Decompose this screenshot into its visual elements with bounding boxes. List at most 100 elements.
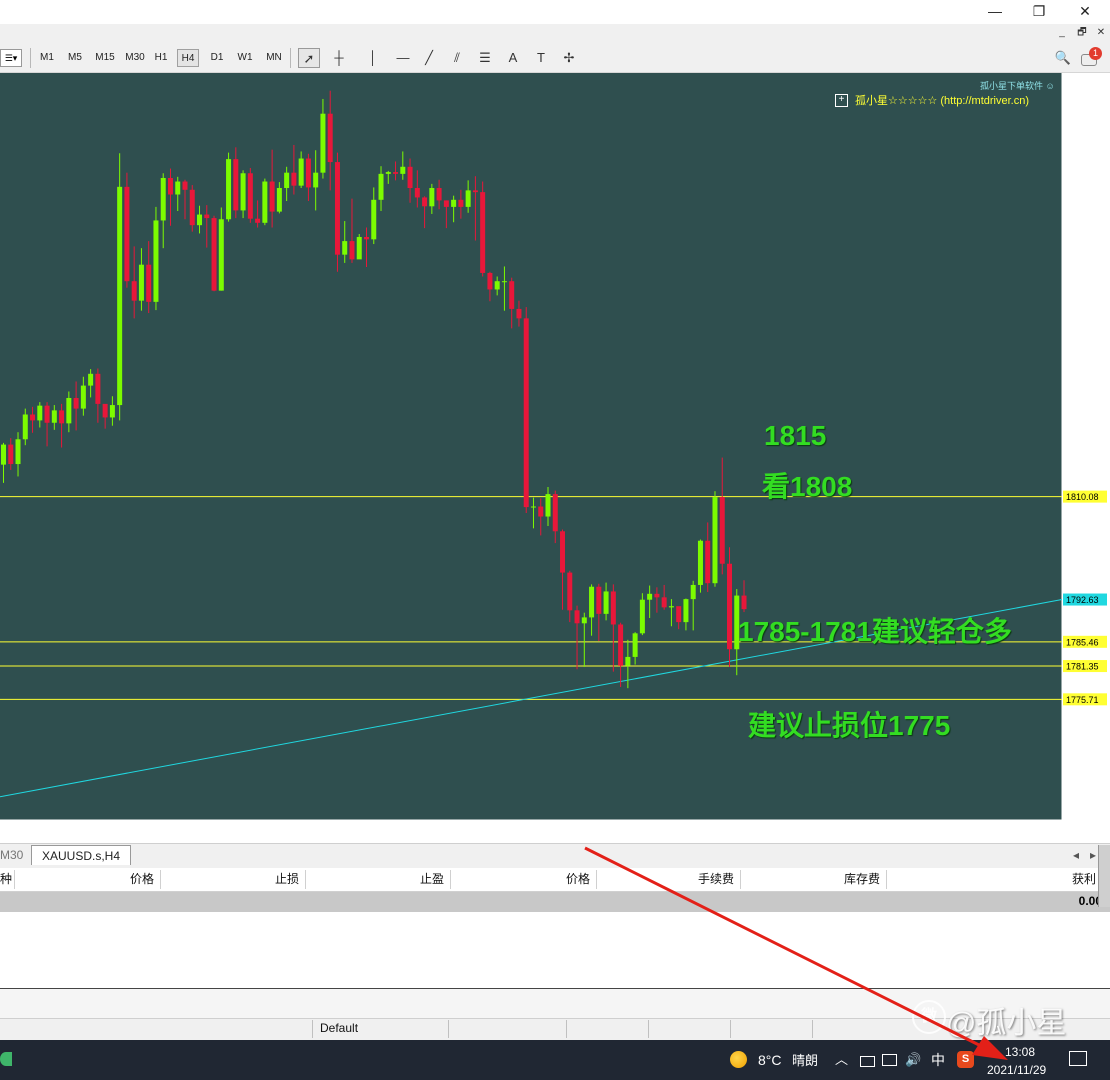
tab-scroll-left[interactable]: ◂ (1073, 845, 1085, 865)
clock-date[interactable]: 2021/11/29 (987, 1062, 1046, 1078)
bearish-candle (211, 218, 217, 291)
expand-plus-icon[interactable]: + (835, 94, 848, 107)
column-header-stop-loss[interactable]: 止损 (164, 868, 299, 891)
sun-icon (730, 1051, 747, 1068)
status-separator (566, 1020, 567, 1038)
chart-type-dropdown[interactable]: ☰▾ (0, 49, 22, 67)
order-panel-label[interactable]: 孤小星下单软件 ☺ (980, 79, 1055, 92)
wechat-icon[interactable] (0, 1052, 12, 1066)
timeframe-m5-button[interactable]: M5 (63, 49, 87, 67)
annotation-stop-loss: 建议止损位1775 (748, 710, 951, 741)
annotation-1815: 1815 (764, 420, 827, 451)
trendline-icon[interactable]: ╱ (418, 48, 440, 68)
cursor-icon[interactable]: ➚ (298, 48, 320, 68)
bearish-candle (618, 624, 624, 666)
timeframe-w1-button[interactable]: W1 (234, 49, 256, 67)
bullish-candle (313, 172, 319, 188)
bearish-candle (458, 199, 464, 207)
bearish-candle (8, 444, 14, 465)
mdi-close-button[interactable]: ✕ (1093, 26, 1109, 40)
time-tick-label: 09:00 (0, 825, 21, 835)
status-separator (448, 1020, 449, 1038)
search-icon[interactable]: 🔍 (1052, 48, 1074, 68)
volume-icon[interactable]: 🔊 (905, 1052, 921, 1068)
column-header-take-profit[interactable]: 止盈 (309, 868, 444, 891)
mdi-restore-button[interactable]: 🗗 (1074, 26, 1090, 40)
timeframe-m15-button[interactable]: M15 (91, 49, 119, 67)
battery-icon[interactable] (860, 1056, 875, 1067)
time-tick-label: 10 Nov 01:00 (97, 825, 151, 835)
price-tick-label: 1852.15 (1069, 243, 1102, 253)
column-header-symbol[interactable]: 种 (0, 868, 12, 891)
bearish-candle (44, 405, 50, 423)
terminal-summary-row: 0.00 (0, 892, 1110, 912)
bearish-candle (182, 181, 188, 190)
timeframe-h1-button[interactable]: H1 (150, 49, 172, 67)
bearish-candle (676, 606, 682, 623)
bearish-candle (131, 281, 137, 301)
restore-button[interactable]: ❐ (1016, 0, 1062, 24)
horizontal-line-icon[interactable]: — (392, 48, 414, 68)
close-button[interactable]: ✕ (1062, 0, 1108, 24)
minimize-button[interactable]: — (972, 0, 1018, 24)
status-profile[interactable]: Default (320, 1021, 358, 1035)
weather-condition[interactable]: 晴朗 (792, 1053, 818, 1069)
weather-temperature[interactable]: 8°C (758, 1052, 782, 1068)
price-tick-label: 1840.90 (1069, 310, 1102, 320)
bearish-candle (102, 403, 108, 418)
mdi-minimize-button[interactable]: _ (1054, 26, 1070, 40)
bearish-candle (327, 113, 333, 163)
bullish-candle (501, 281, 507, 283)
column-header-swap[interactable]: 库存费 (744, 868, 880, 891)
bullish-candle (1, 444, 6, 465)
ime-language[interactable]: 中 (931, 1052, 945, 1068)
text-icon[interactable]: A (502, 48, 524, 68)
timeframe-m30-button[interactable]: M30 (122, 49, 148, 67)
text-label-icon[interactable]: T (530, 48, 552, 68)
bearish-candle (436, 188, 442, 201)
bullish-candle (451, 199, 457, 207)
bullish-candle (465, 190, 471, 207)
notification-button[interactable]: 1 (1081, 47, 1102, 66)
crosshair-icon[interactable]: ┼ (328, 48, 350, 68)
bearish-candle (95, 373, 101, 404)
bearish-candle (291, 172, 297, 186)
time-tick-label: 16 Nov 01:00 (289, 825, 343, 835)
timeframe-h4-button[interactable]: H4 (177, 49, 199, 67)
vertical-line-icon[interactable]: │ (362, 48, 384, 68)
time-tick-label: 17 Nov 09:00 (353, 825, 407, 835)
bearish-candle (73, 397, 79, 409)
price-tick-label: 1812.70 (1069, 476, 1102, 486)
equidistant-channel-icon[interactable]: ⫽ (446, 48, 468, 68)
title-bar: — ❐ ✕ (0, 0, 1110, 24)
bullish-candle (240, 173, 246, 211)
time-tick-label: 12 Nov 17:00 (225, 825, 279, 835)
column-header-price[interactable]: 价格 (18, 868, 154, 891)
time-tick-label: 24 Nov 17:00 (609, 825, 663, 835)
clock-time[interactable]: 13:08 (1005, 1044, 1035, 1060)
bullish-candle (80, 385, 86, 409)
arrows-icon[interactable]: ✢ (558, 48, 580, 68)
bearish-candle (560, 531, 566, 573)
bullish-candle (494, 281, 500, 290)
timeframe-d1-button[interactable]: D1 (206, 49, 228, 67)
timeframe-m1-button[interactable]: M1 (35, 49, 59, 67)
timeframe-mn-button[interactable]: MN (262, 49, 286, 67)
tab-xauusd-h4[interactable]: XAUUSD.s,H4 (31, 845, 131, 865)
fibonacci-icon[interactable]: ☰ (474, 48, 496, 68)
action-center-icon[interactable] (1069, 1051, 1087, 1066)
sogou-ime-icon[interactable]: S (957, 1051, 974, 1068)
bullish-candle (530, 506, 536, 508)
tab-m30[interactable]: M30 (0, 845, 26, 865)
bearish-candle (741, 595, 747, 610)
column-header-current-price[interactable]: 价格 (454, 868, 590, 891)
column-header-profit[interactable]: 获利 (890, 868, 1096, 891)
chart-window[interactable]: 1880.50 1874.80 1869.10 1863.55 1857.85 1852.… (0, 73, 1110, 843)
terminal-scrollbar[interactable] (1098, 845, 1110, 907)
column-header-commission[interactable]: 手续费 (600, 868, 734, 891)
tray-expand-icon[interactable]: ︿ (835, 1052, 848, 1068)
network-icon[interactable] (882, 1054, 897, 1066)
bearish-candle (538, 506, 544, 517)
column-separator (450, 870, 451, 889)
bearish-candle (407, 166, 413, 189)
